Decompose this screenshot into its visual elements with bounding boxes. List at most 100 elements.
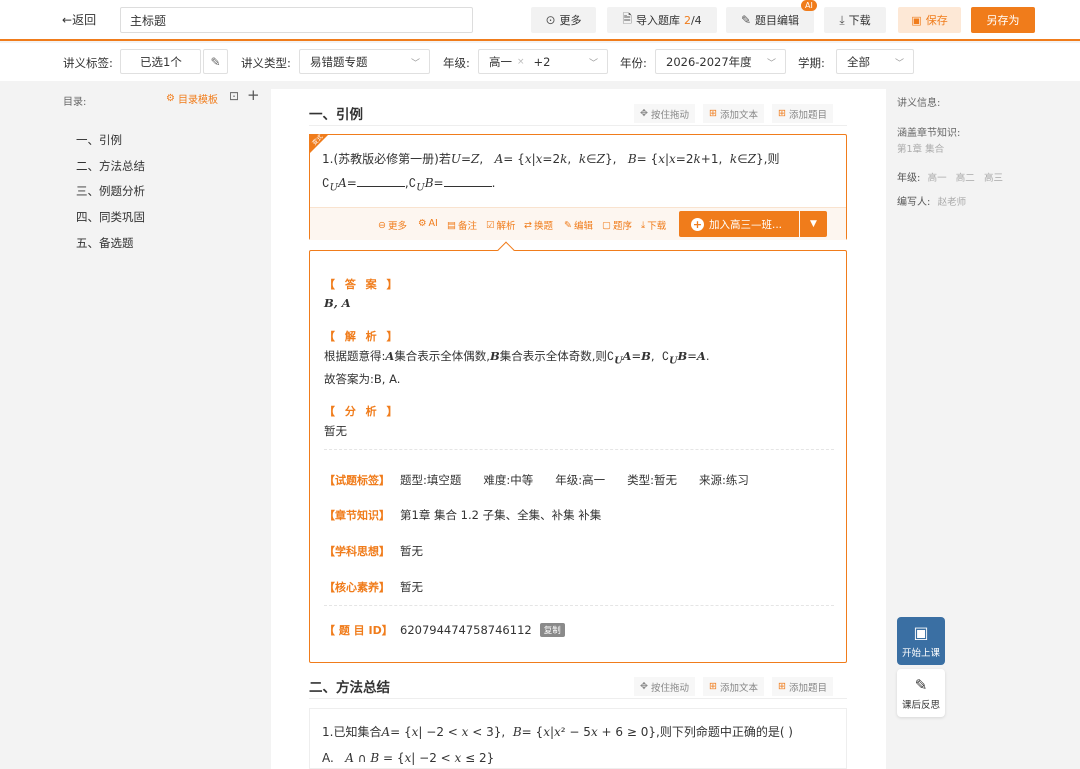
drag-handle[interactable]: ✥ 按住拖动 (634, 677, 695, 696)
analysis-tool[interactable]: ☑ 解析 (486, 218, 516, 233)
move-icon: ✥ (640, 681, 648, 692)
answer-panel: 【 答 案 】 B, A 【 解 析 】 根据题意得:A集合表示全体偶数,B集合… (309, 241, 847, 663)
check-box-icon: ☑ (486, 219, 495, 231)
ai-badge: AI (801, 0, 817, 11)
section-title: 二、方法总结 (309, 680, 390, 696)
add-text-button[interactable]: ⊞ 添加文本 (702, 677, 764, 696)
more-tool[interactable]: ⊖ 更多 (378, 218, 407, 233)
grade-label: 年级: (443, 56, 470, 70)
close-icon[interactable]: × (517, 57, 525, 67)
gear-icon: ⚙ (166, 93, 175, 104)
toc-item[interactable]: 三、例题分析 (76, 183, 145, 199)
add-box-icon: ⊞ (777, 681, 786, 692)
toc-item[interactable]: 五、备选题 (76, 235, 134, 251)
chapter-label: 涵盖章节知识: (897, 128, 961, 139)
question-id-row: 【 题 目 ID】 620794474758746112 复制 (324, 622, 565, 638)
add-question-button[interactable]: ⊞ 添加题目 (771, 104, 833, 123)
type-select[interactable]: 易错题专题 ﹀ (299, 49, 430, 74)
question-edit-button[interactable]: ✎ 题目编辑 (726, 7, 814, 33)
download-button[interactable]: ⤓ 下载 (824, 7, 886, 33)
term-label: 学期: (798, 56, 825, 70)
title-input[interactable] (120, 7, 473, 33)
question-stem: 1.已知集合A= {x| −2 < x < 3}, B= {x|x² − 5x … (322, 725, 793, 739)
pencil-icon: ✎ (914, 675, 928, 694)
swap-icon: ⇄ (524, 219, 532, 231)
add-box-icon: ⊞ (708, 108, 717, 119)
section-title: 一、引例 (309, 107, 363, 123)
chevron-down-icon: ﹀ (894, 59, 904, 69)
panel-pointer (497, 241, 515, 259)
more-button[interactable]: ⊙ 更多 (531, 7, 596, 33)
swap-tool[interactable]: ⇄ 换题 (524, 218, 553, 233)
add-text-button[interactable]: ⊞ 添加文本 (702, 104, 764, 123)
edit-tool[interactable]: ✎ 编辑 (564, 218, 593, 233)
analysis-line-1: 根据题意得:A集合表示全体偶数,B集合表示全体奇数,则∁UA=B, ∁UB=A. (324, 349, 710, 367)
toc-label: 目录: (63, 97, 87, 108)
analysis-line-2: 故答案为:B, A. (324, 372, 401, 386)
download-tool[interactable]: ⤓ 下载 (641, 218, 666, 233)
year-select[interactable]: 2026-2027年度 ﹀ (655, 49, 786, 74)
start-class-button[interactable]: ▣ 开始上课 (897, 617, 945, 665)
add-icon[interactable]: + (247, 86, 260, 104)
question-stem: 1.(苏教版必修第一册)若U=Z, A= {x|x=2k, k∈Z}, B= {… (322, 152, 780, 194)
toc-item[interactable]: 一、引例 (76, 132, 122, 148)
save-as-button[interactable]: 另存为 (971, 7, 1035, 33)
caret-down-icon: ▼ (810, 219, 817, 229)
screen-icon: ▣ (913, 623, 929, 642)
add-question-button[interactable]: ⊞ 添加题目 (771, 677, 833, 696)
review-text: 暂无 (324, 424, 347, 438)
question-toolbar: ⊖ 更多 ⚙ AI ▤ 备注 ☑ 解析 ⇄ 换题 ✎ 编辑 ▢ 题序 ⤓ 下载 + 加入高三—班.… (310, 207, 846, 240)
ai-tool[interactable]: ⚙ AI (418, 218, 438, 229)
chevron-down-icon: ﹀ (766, 59, 776, 69)
answer-heading: 【 答 案 】 (324, 278, 401, 291)
toc-sidebar: 目录: ⚙ 目录模板 ⊡ + 一、引例 二、方法总结 三、例题分析 四、同类巩固 … (0, 81, 270, 769)
question-card[interactable]: 1.已知集合A= {x| −2 < x < 3}, B= {x|x² − 5x … (309, 708, 847, 769)
grade-select[interactable]: 高一 × +2 ﹀ (478, 49, 608, 74)
move-icon: ✥ (640, 108, 648, 119)
toc-item[interactable]: 二、方法总结 (76, 158, 145, 174)
download-icon: ⤓ (641, 219, 646, 231)
core-literacy-row: 【核心素养】 暂无 (324, 580, 423, 594)
tags-row: 【试题标签】 题型:填空题 难度:中等 年级:高一 类型:暂无 来源:练习 (324, 473, 749, 487)
divider (309, 698, 847, 699)
ai-icon: ⚙ (418, 218, 427, 229)
add-box-icon: ⊞ (708, 681, 717, 692)
section-actions: ✥ 按住拖动 ⊞ 添加文本 ⊞ 添加题目 (634, 104, 833, 123)
order-tool[interactable]: ▢ 题序 (602, 218, 632, 233)
save-button[interactable]: ▣ 保存 (898, 7, 961, 33)
term-select[interactable]: 全部 ﹀ (836, 49, 914, 74)
divider (309, 125, 847, 126)
divider (324, 449, 834, 450)
save-icon: ▣ (911, 13, 922, 27)
pencil-icon: ✎ (210, 54, 221, 69)
tag-edit-button[interactable]: ✎ (203, 49, 228, 74)
pencil-icon: ✎ (564, 219, 572, 231)
add-box-icon: ⊞ (777, 108, 786, 119)
plus-circle-icon: + (691, 217, 704, 231)
tag-select[interactable]: 已选1个 (120, 49, 201, 74)
back-button[interactable]: ←返回 (62, 11, 96, 28)
question-option: A. A ∩ B = {x| −2 < x ≤ 2} (322, 751, 495, 765)
tag-label: 讲义标签: (63, 56, 113, 70)
join-class-dropdown[interactable]: ▼ (800, 211, 827, 237)
chevron-down-icon: ﹀ (588, 59, 598, 69)
chapter-value: 第1章 集合 (897, 144, 945, 155)
join-class-button[interactable]: + 加入高三—班... (679, 211, 799, 237)
toc-item[interactable]: 四、同类巩固 (76, 209, 145, 225)
copy-id-button[interactable]: 复制 (539, 623, 565, 637)
divider (324, 605, 834, 606)
import-doc-icon: 🗎 (622, 11, 632, 26)
type-label: 讲义类型: (241, 56, 291, 70)
reflection-button[interactable]: ✎ 课后反思 (897, 669, 945, 717)
info-title: 讲义信息: (897, 98, 941, 109)
info-sidebar: 讲义信息: 涵盖章节知识: 第1章 集合 年级: 高一 高二 高三 编写人: 赵… (888, 81, 1080, 769)
question-card[interactable]: 变式 1.(苏教版必修第一册)若U=Z, A= {x|x=2k, k∈Z}, B… (309, 133, 847, 240)
grade-row: 年级: 高一 高二 高三 (897, 173, 1003, 184)
note-tool[interactable]: ▤ 备注 (447, 218, 477, 233)
answer-text: B, A (324, 296, 351, 310)
import-bank-button[interactable]: 🗎 导入题库 2/4 (607, 7, 717, 33)
drag-handle[interactable]: ✥ 按住拖动 (634, 104, 695, 123)
toc-template-button[interactable]: ⚙ 目录模板 (166, 91, 218, 106)
analysis-heading: 【 解 析 】 (324, 330, 401, 343)
bookmark-icon[interactable]: ⊡ (229, 89, 239, 103)
